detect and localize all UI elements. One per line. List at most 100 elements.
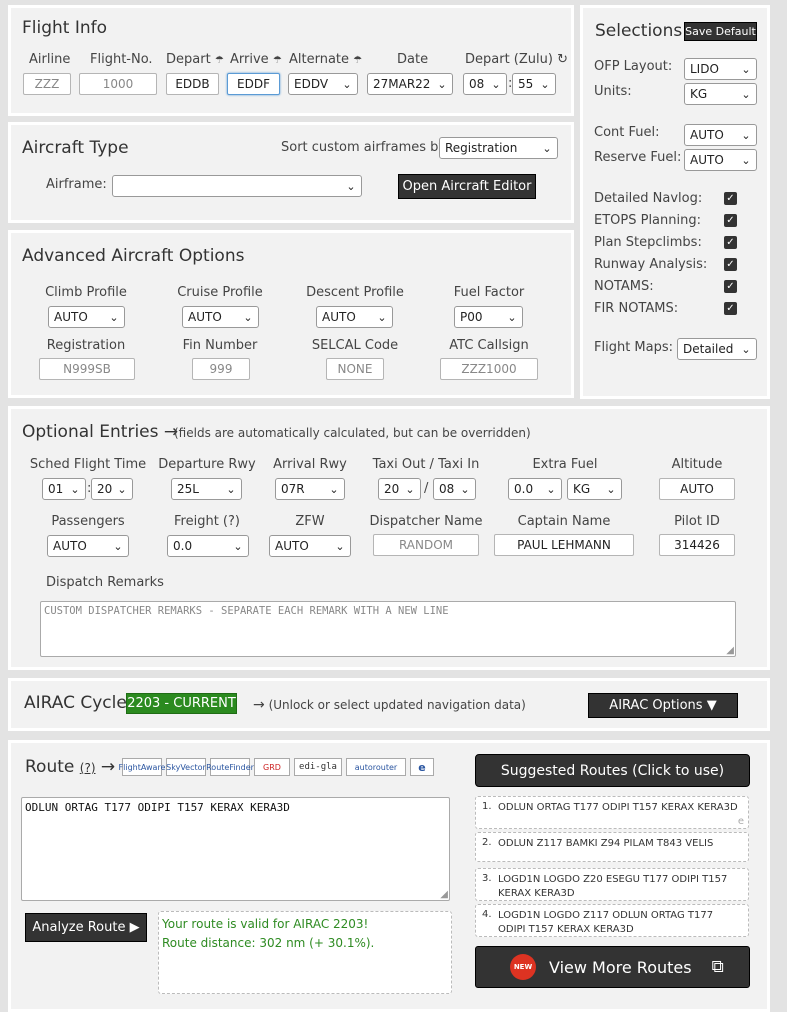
- weather-icon[interactable]: ☂: [353, 55, 362, 66]
- airline-input[interactable]: ZZZ: [23, 73, 71, 95]
- flight-maps-label: Flight Maps:: [594, 340, 674, 355]
- taxi-in-select[interactable]: 08 ⌄: [433, 478, 476, 500]
- dispatch-remarks-textarea[interactable]: CUSTOM DISPATCHER REMARKS - SEPARATE EAC…: [40, 601, 736, 657]
- notams-checkbox[interactable]: ✓: [724, 280, 737, 293]
- freight-select[interactable]: 0.0 ⌄: [167, 535, 249, 557]
- depart-minute-select[interactable]: 55 ⌄: [512, 73, 556, 95]
- captain-label: Captain Name: [517, 514, 611, 529]
- selcal-input[interactable]: NONE: [326, 358, 384, 380]
- fuel-factor-select[interactable]: P00 ⌄: [454, 306, 523, 328]
- depart-hour-select[interactable]: 08 ⌄: [463, 73, 507, 95]
- optional-entries-title: Optional Entries →: [22, 422, 179, 442]
- suggested-route-item[interactable]: 2. ODLUN Z117 BAMKI Z94 PILAM T843 VELIS: [475, 832, 749, 862]
- fir-notams-checkbox[interactable]: ✓: [724, 302, 737, 315]
- arrival-rwy-select[interactable]: 07R ⌄: [275, 478, 345, 500]
- eurocontrol-logo[interactable]: e: [410, 758, 434, 776]
- climb-profile-select[interactable]: AUTO ⌄: [48, 306, 125, 328]
- flight-maps-select[interactable]: Detailed ⌄: [677, 338, 757, 360]
- reserve-fuel-label: Reserve Fuel:: [594, 150, 682, 165]
- registration-label: Registration: [46, 338, 126, 353]
- taxi-out-select[interactable]: 20 ⌄: [378, 478, 421, 500]
- suggested-route-item[interactable]: 4. LOGD1N LOGDO Z117 ODLUN ORTAG T177 OD…: [475, 904, 749, 937]
- edi-gla-logo[interactable]: edi-gla: [294, 758, 342, 776]
- suggested-route-item[interactable]: 3. LOGD1N LOGDO Z20 ESEGU T177 ODIPI T15…: [475, 868, 749, 901]
- depart-input[interactable]: EDDB: [166, 73, 219, 95]
- autorouter-logo[interactable]: autorouter: [346, 758, 406, 776]
- flightno-input[interactable]: 1000: [79, 73, 157, 95]
- airframe-select[interactable]: ⌄: [112, 175, 362, 197]
- resize-handle-icon[interactable]: ◢: [440, 889, 448, 900]
- arrival-rwy-label: Arrival Rwy: [273, 457, 347, 472]
- fin-number-input[interactable]: 999: [192, 358, 250, 380]
- descent-profile-select[interactable]: AUTO ⌄: [316, 306, 393, 328]
- depart-time-label: Depart (Zulu) ↻: [465, 52, 568, 67]
- extra-fuel-unit-select[interactable]: KG ⌄: [567, 478, 622, 500]
- atc-callsign-input[interactable]: ZZZ1000: [440, 358, 538, 380]
- arrive-input[interactable]: EDDF: [227, 73, 280, 95]
- sched-minute-select[interactable]: 20 ⌄: [91, 478, 133, 500]
- departure-rwy-label: Departure Rwy: [158, 457, 256, 472]
- suggested-routes-header[interactable]: Suggested Routes (Click to use): [475, 754, 750, 787]
- flightaware-logo[interactable]: FlightAware: [119, 758, 165, 776]
- optional-note: (fields are automatically calculated, bu…: [174, 426, 531, 440]
- suggested-route-item[interactable]: 1. ODLUN ORTAG T177 ODIPI T157 KERAX KER…: [475, 796, 749, 829]
- route-textarea[interactable]: ODLUN ORTAG T177 ODIPI T157 KERAX KERA3D…: [21, 797, 450, 901]
- weather-icon[interactable]: ☂: [273, 55, 282, 66]
- chevron-down-icon: ⌄: [507, 310, 517, 324]
- cruise-profile-select[interactable]: AUTO ⌄: [182, 306, 259, 328]
- routefinder-logo[interactable]: RouteFinder: [206, 758, 254, 776]
- units-label: Units:: [594, 84, 632, 99]
- selcal-label: SELCAL Code: [311, 338, 399, 353]
- extra-fuel-select[interactable]: 0.0 ⌄: [508, 478, 562, 500]
- zfw-select[interactable]: AUTO ⌄: [269, 535, 351, 557]
- dispatcher-input[interactable]: RANDOM: [373, 534, 479, 556]
- save-default-button[interactable]: Save Default: [684, 22, 757, 41]
- weather-icon[interactable]: ☂: [215, 55, 224, 66]
- open-aircraft-editor-button[interactable]: Open Aircraft Editor: [398, 174, 536, 199]
- chevron-down-icon: ⌄: [546, 482, 556, 496]
- chevron-down-icon: ⌄: [113, 539, 123, 553]
- etops-label: ETOPS Planning:: [594, 213, 701, 228]
- passengers-select[interactable]: AUTO ⌄: [47, 535, 129, 557]
- chevron-down-icon: ⌄: [491, 77, 501, 91]
- runway-analysis-label: Runway Analysis:: [594, 257, 708, 272]
- altitude-input[interactable]: AUTO: [659, 478, 735, 500]
- arrow-right-icon: →: [253, 697, 265, 713]
- view-more-routes-button[interactable]: NEW View More Routes ⧉: [475, 946, 750, 988]
- ofp-layout-label: OFP Layout:: [594, 59, 673, 74]
- units-select[interactable]: KG ⌄: [684, 83, 757, 105]
- pilot-id-input[interactable]: 314426: [659, 534, 735, 556]
- runway-analysis-checkbox[interactable]: ✓: [724, 258, 737, 271]
- dispatch-remarks-label: Dispatch Remarks: [46, 575, 164, 590]
- refresh-icon[interactable]: ↻: [557, 52, 568, 67]
- aircraft-type-title: Aircraft Type: [22, 138, 129, 158]
- detailed-navlog-label: Detailed Navlog:: [594, 191, 703, 206]
- chevron-down-icon: ⌄: [70, 482, 80, 496]
- registration-input[interactable]: N999SB: [39, 358, 135, 380]
- captain-input[interactable]: PAUL LEHMANN: [494, 534, 634, 556]
- chevron-down-icon: ⌄: [540, 77, 550, 91]
- ofp-layout-select[interactable]: LIDO ⌄: [684, 58, 757, 80]
- advanced-options-title: Advanced Aircraft Options: [22, 246, 245, 266]
- resize-handle-icon[interactable]: ◢: [726, 645, 734, 656]
- cont-fuel-label: Cont Fuel:: [594, 125, 660, 140]
- cont-fuel-select[interactable]: AUTO ⌄: [684, 124, 757, 146]
- reserve-fuel-select[interactable]: AUTO ⌄: [684, 149, 757, 171]
- alternate-select[interactable]: EDDV ⌄: [288, 73, 358, 95]
- sort-select[interactable]: Registration ⌄: [439, 137, 558, 159]
- skyvector-logo[interactable]: SkyVector: [166, 758, 206, 776]
- detailed-navlog-checkbox[interactable]: ✓: [724, 192, 737, 205]
- airac-options-button[interactable]: AIRAC Options ▼: [588, 693, 738, 718]
- grd-logo[interactable]: GRD: [254, 758, 290, 776]
- stepclimbs-checkbox[interactable]: ✓: [724, 236, 737, 249]
- airline-label: Airline: [29, 52, 71, 67]
- help-link[interactable]: (?): [80, 761, 96, 775]
- departure-rwy-select[interactable]: 25L ⌄: [171, 478, 242, 500]
- sched-hour-select[interactable]: 01 ⌄: [42, 478, 86, 500]
- etops-checkbox[interactable]: ✓: [724, 214, 737, 227]
- date-select[interactable]: 27MAR22 ⌄: [367, 73, 453, 95]
- route-valid-message: Your route is valid for AIRAC 2203! Rout…: [158, 911, 452, 994]
- analyze-route-button[interactable]: Analyze Route ▶: [25, 913, 147, 942]
- airframe-label: Airframe:: [46, 177, 107, 192]
- eurocontrol-icon: e: [737, 816, 744, 827]
